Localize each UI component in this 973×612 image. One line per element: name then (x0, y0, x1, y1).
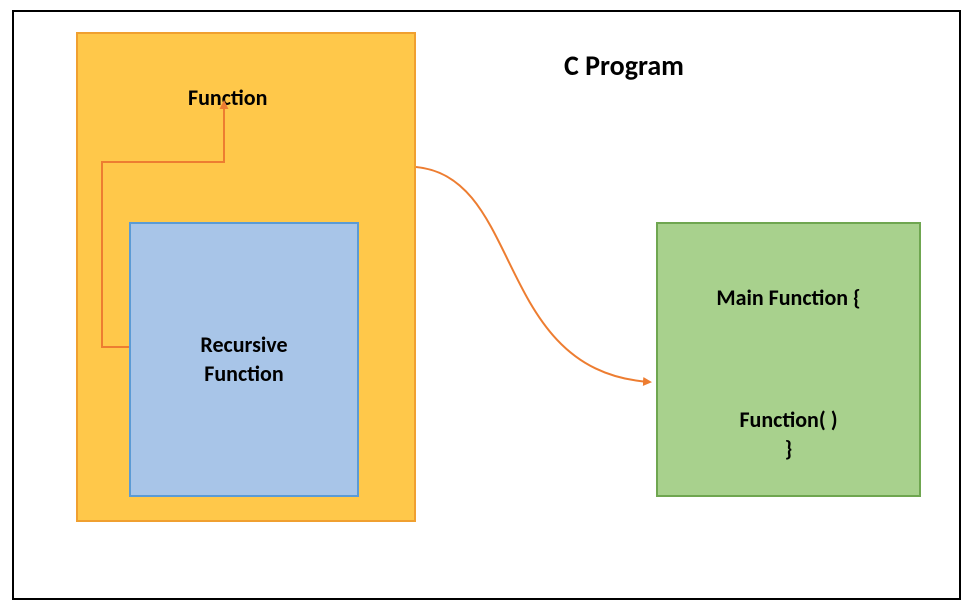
main-function-box: Main Function { Function( ) } (656, 222, 921, 497)
diagram-title: C Program (564, 48, 684, 83)
recursive-function-box: Recursive Function (129, 222, 359, 497)
main-function-declaration: Main Function { (668, 284, 909, 311)
recursive-label-line2: Function (204, 360, 283, 387)
call-arrow-icon (416, 167, 650, 382)
function-call-line: Function( ) (739, 406, 837, 433)
closing-brace: } (785, 435, 793, 462)
diagram-frame: C Program Function Recursive Function Ma… (12, 10, 961, 600)
recursive-function-label: Recursive Function (200, 331, 287, 388)
function-label: Function (188, 84, 267, 111)
main-function-body: Function( ) } (668, 406, 909, 463)
recursive-label-line1: Recursive (200, 331, 287, 358)
